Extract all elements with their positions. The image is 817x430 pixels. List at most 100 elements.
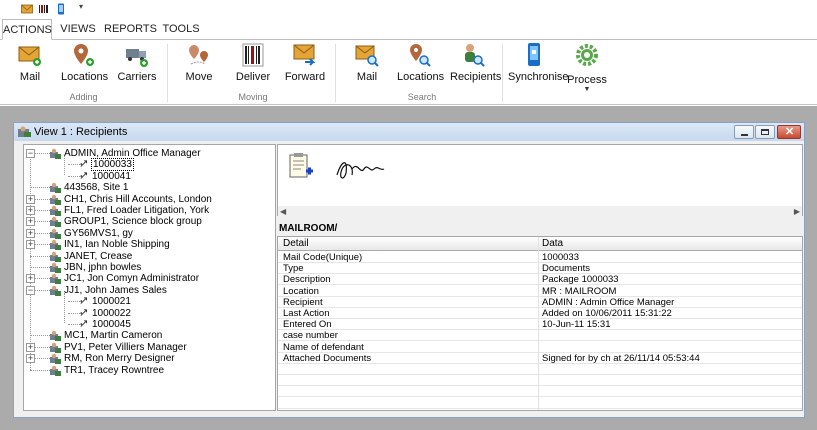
table-row[interactable]: case number [278, 330, 802, 342]
expand-icon[interactable]: + [26, 342, 35, 352]
deliver-button[interactable]: Deliver [233, 42, 273, 83]
tree-item-recipient[interactable]: + PV1, Peter Villiers Manager [24, 342, 274, 353]
ribbon-tabs: ACTIONS VIEWS REPORTS TOOLS [0, 19, 817, 40]
detail-cell: case number [283, 330, 338, 342]
table-row[interactable] [278, 398, 802, 409]
customize-toolbar-arrow-icon[interactable]: ▾ [79, 2, 83, 11]
details-grid[interactable]: Detail Data Mail Code(Unique) 1000033 Type… [277, 236, 803, 411]
table-row[interactable]: Last Action Added on 10/06/2011 15:31:22 [278, 308, 802, 319]
close-button[interactable]: ✕ [777, 125, 801, 139]
expand-icon[interactable]: + [26, 206, 35, 215]
tab-tools[interactable]: TOOLS [160, 19, 202, 40]
move-pins-icon [189, 45, 208, 65]
group-label-moving: Moving [238, 92, 268, 102]
recipient-icon [50, 274, 61, 285]
table-row[interactable] [278, 386, 802, 398]
add-carriers-button[interactable]: Carriers [117, 42, 157, 83]
detail-cell: Attached Documents [283, 352, 372, 364]
tree-item-label: GY56MVS1, gy [64, 227, 133, 239]
process-button[interactable]: Process ▼ [566, 42, 608, 93]
expand-icon[interactable]: + [26, 240, 35, 250]
tree-item-recipient[interactable]: TR1, Tracey Rowntree [24, 365, 274, 376]
scroll-left-icon[interactable]: ◀ [280, 207, 286, 216]
tree-item-recipient[interactable]: − JJ1, John James Sales [24, 285, 274, 296]
tree-item-recipient[interactable]: MC1, Martin Cameron [24, 330, 274, 342]
tab-views[interactable]: VIEWS [58, 19, 98, 40]
search-locations-button[interactable]: Locations [397, 42, 444, 83]
table-row[interactable] [278, 375, 802, 387]
add-locations-button[interactable]: Locations [61, 42, 108, 83]
data-cell: ADMIN : Admin Office Manager [542, 296, 675, 308]
process-dropdown-arrow-icon[interactable]: ▼ [566, 86, 608, 93]
expand-icon[interactable]: + [26, 217, 35, 227]
table-row[interactable]: Location MR : MAILROOM [278, 286, 802, 297]
table-row[interactable]: Description Package 1000033 [278, 274, 802, 286]
tree-item-recipient[interactable]: 443568, Site 1 [24, 182, 274, 194]
window-title-bar[interactable]: View 1 : Recipients ✕ [14, 123, 804, 141]
tree-item-recipient[interactable]: + JC1, Jon Comyn Administrator [24, 273, 274, 285]
table-row[interactable]: Type Documents [278, 263, 802, 275]
table-row[interactable]: Entered On 10-Jun-11 15:31 [278, 319, 802, 331]
tree-item-recipient[interactable]: + CH1, Chris Hill Accounts, London [24, 194, 274, 205]
tree-item-recipient[interactable]: JANET, Crease [24, 251, 274, 262]
detail-cell: Name of defendant [283, 341, 364, 353]
table-row[interactable] [278, 409, 802, 410]
column-header-data[interactable]: Data [542, 238, 563, 249]
recipient-icon [50, 182, 61, 194]
signature-icon[interactable] [334, 155, 386, 183]
column-header-detail[interactable]: Detail [283, 238, 309, 249]
forward-button[interactable]: Forward [284, 42, 326, 83]
restore-button[interactable] [755, 125, 775, 139]
recipients-search-icon [465, 44, 485, 67]
expand-icon[interactable]: + [26, 228, 35, 238]
recipients-tree[interactable]: − ADMIN, Admin Office Manager 1000033 10000… [23, 144, 276, 411]
tree-item-label: GROUP1, Science block group [64, 216, 202, 228]
tree-item-mail[interactable]: 1000021 [24, 296, 274, 307]
attachments-hscroll[interactable]: ◀ ▶ [278, 206, 802, 216]
expand-icon[interactable]: + [26, 354, 35, 364]
tree-item-recipient[interactable]: + IN1, Ian Noble Shipping [24, 239, 274, 251]
expand-icon[interactable]: + [26, 274, 35, 284]
tree-item-mail[interactable]: 1000045 [24, 319, 274, 330]
tab-reports[interactable]: REPORTS [104, 19, 157, 40]
sync-icon[interactable] [55, 3, 67, 15]
scroll-right-icon[interactable]: ▶ [794, 207, 800, 216]
move-button[interactable]: Move [180, 42, 218, 83]
tree-item-recipient[interactable]: + GROUP1, Science block group [24, 216, 274, 228]
search-mail-button[interactable]: Mail [348, 42, 386, 83]
mail-item-link-icon [80, 320, 88, 327]
tree-item-recipient[interactable]: JBN, jphn bowles [24, 262, 274, 273]
window-title: View 1 : Recipients [34, 126, 128, 138]
tree-guide-line [30, 335, 50, 337]
collapse-icon[interactable]: − [26, 285, 35, 295]
tree-guide-line [30, 187, 50, 189]
mail-add-icon [18, 46, 41, 66]
tree-item-mail[interactable]: 1000041 [24, 171, 274, 182]
minimize-button[interactable] [734, 125, 754, 139]
barcode-icon[interactable] [38, 3, 50, 15]
add-mail-button[interactable]: Mail [10, 42, 50, 83]
tree-item-recipient[interactable]: + GY56MVS1, gy [24, 228, 274, 239]
mail-icon[interactable] [21, 3, 33, 15]
quick-access-toolbar: ▾ [0, 0, 817, 19]
document-add-icon[interactable] [288, 153, 314, 183]
collapse-icon[interactable]: − [26, 149, 35, 158]
recipient-icon [50, 205, 61, 216]
table-row[interactable]: Recipient ADMIN : Admin Office Manager [278, 297, 802, 308]
gear-icon [576, 44, 598, 66]
tree-item-mail[interactable]: 1000022 [24, 308, 274, 319]
search-recipients-button[interactable]: Recipients [450, 42, 501, 83]
tree-item-recipient[interactable]: + RM, Ron Merry Designer [24, 353, 274, 365]
recipient-icon [50, 342, 61, 353]
table-row[interactable]: Mail Code(Unique) 1000033 [278, 252, 802, 263]
tree-item-mail[interactable]: 1000033 [24, 158, 274, 172]
data-cell: Documents [542, 263, 591, 275]
synchronise-button[interactable]: Synchronise [508, 42, 569, 83]
table-row[interactable]: Attached Documents Signed for by ch at 26… [278, 353, 802, 364]
tab-actions[interactable]: ACTIONS [2, 19, 52, 40]
expand-icon[interactable]: + [26, 194, 35, 204]
tree-item-recipient[interactable]: + FL1, Fred Loader Litigation, York [24, 205, 274, 216]
table-row[interactable] [278, 364, 802, 375]
table-row[interactable]: Name of defendant [278, 342, 802, 353]
tree-item-recipient[interactable]: − ADMIN, Admin Office Manager [24, 148, 274, 159]
